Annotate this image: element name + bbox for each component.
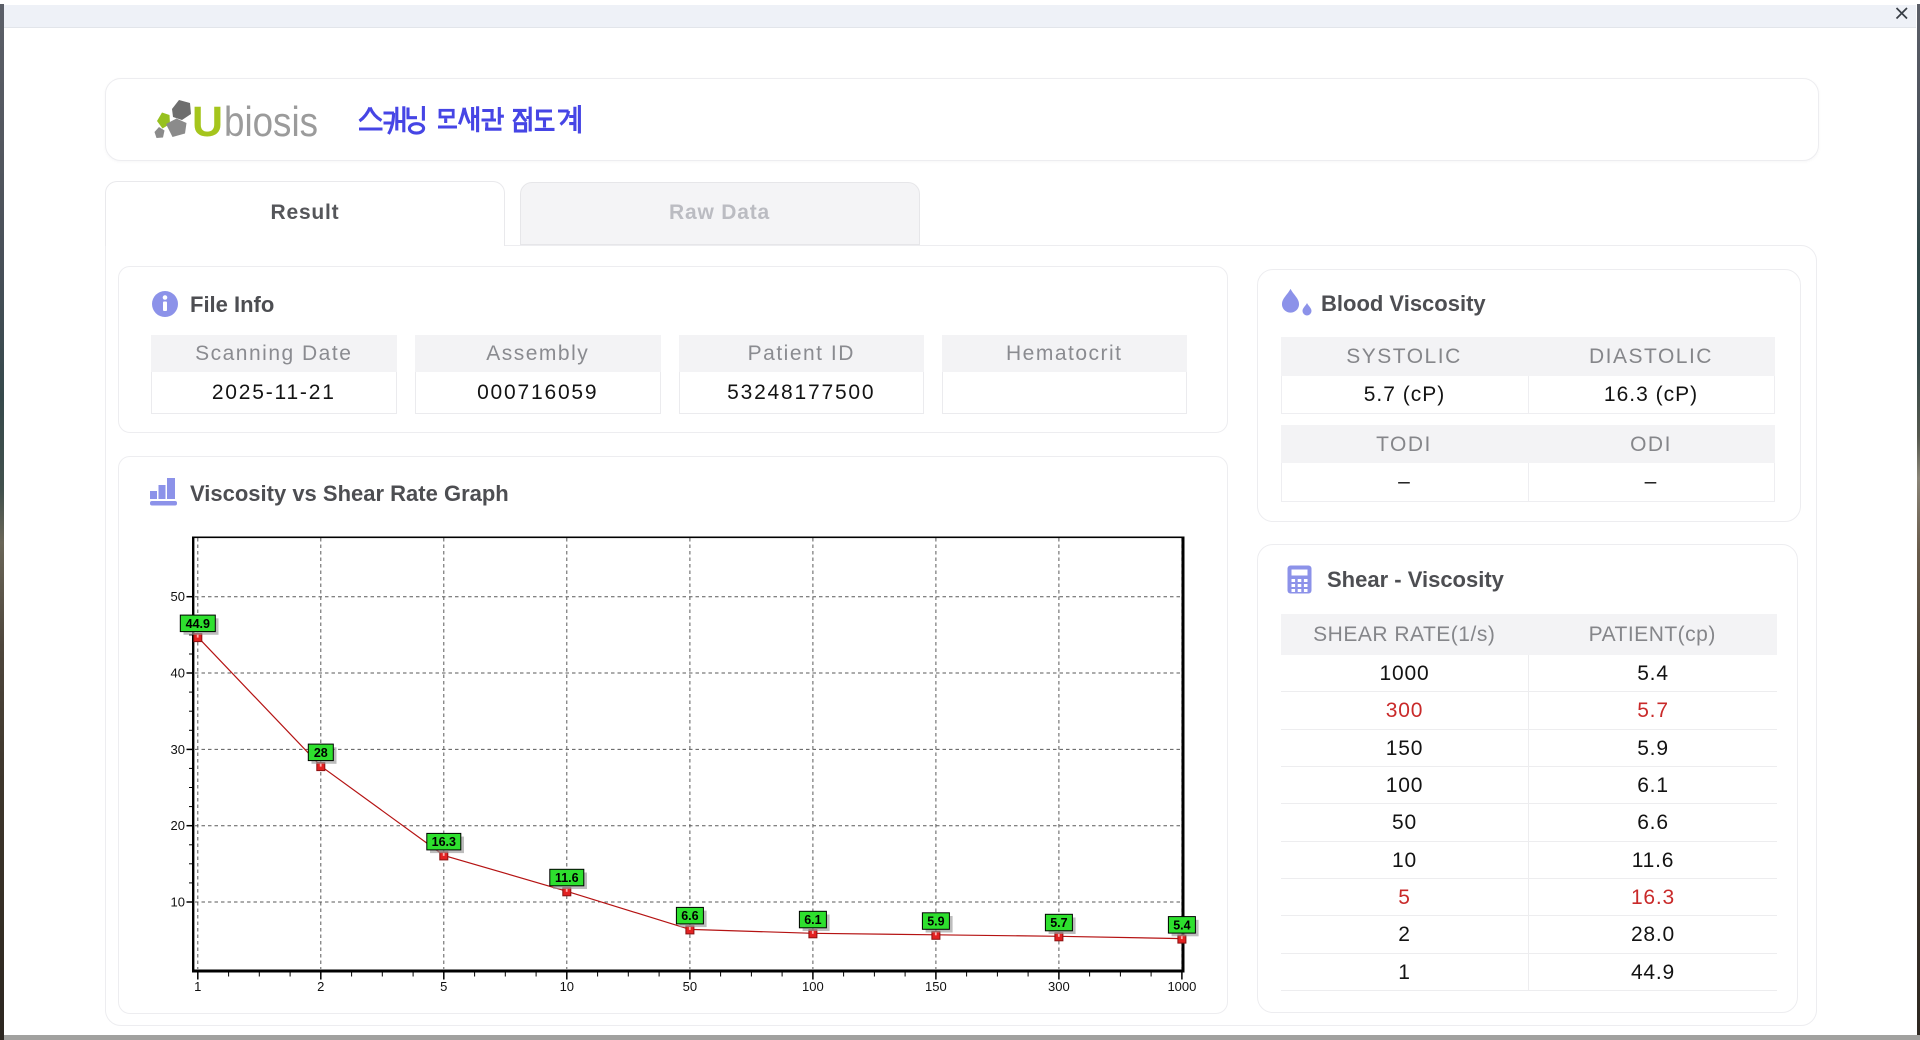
- svg-text:10: 10: [560, 979, 574, 994]
- svg-text:150: 150: [925, 979, 947, 994]
- svg-text:1000: 1000: [1167, 979, 1196, 994]
- svg-text:20: 20: [171, 818, 185, 833]
- svg-text:6.1: 6.1: [804, 913, 821, 927]
- svg-text:40: 40: [171, 666, 185, 681]
- svg-text:5.4: 5.4: [1173, 918, 1190, 932]
- svg-text:5.9: 5.9: [927, 915, 944, 929]
- svg-text:300: 300: [1048, 979, 1070, 994]
- svg-text:100: 100: [802, 979, 824, 994]
- svg-text:5.7: 5.7: [1050, 916, 1067, 930]
- svg-text:44.9: 44.9: [186, 617, 210, 631]
- svg-text:16.3: 16.3: [432, 835, 456, 849]
- svg-text:10: 10: [171, 895, 185, 910]
- svg-text:50: 50: [683, 979, 697, 994]
- svg-text:6.6: 6.6: [681, 909, 698, 923]
- svg-text:5: 5: [440, 979, 447, 994]
- svg-text:28: 28: [314, 746, 328, 760]
- svg-text:1: 1: [194, 979, 201, 994]
- svg-text:2: 2: [317, 979, 324, 994]
- svg-text:50: 50: [171, 589, 185, 604]
- svg-text:11.6: 11.6: [555, 871, 579, 885]
- svg-text:30: 30: [171, 742, 185, 757]
